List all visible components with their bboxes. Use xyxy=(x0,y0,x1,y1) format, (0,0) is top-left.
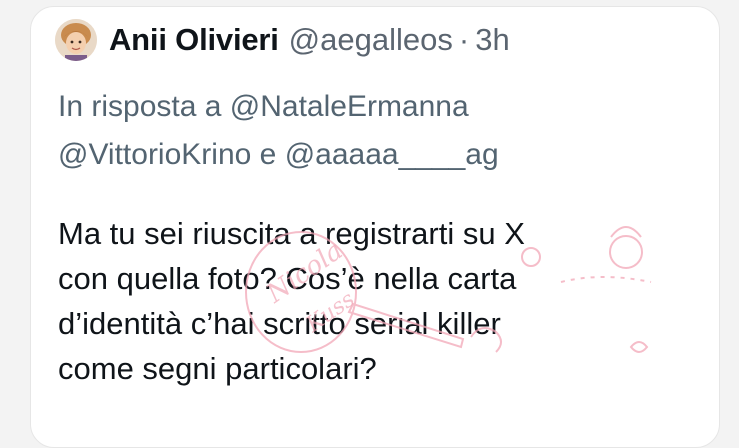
avatar[interactable] xyxy=(55,19,97,61)
tweet-text: Ma tu sei riuscita a registrarti su X co… xyxy=(58,216,525,386)
separator-dot: · xyxy=(458,22,470,57)
reply-mention-3[interactable]: @aaaaa____ag xyxy=(285,138,499,171)
child-avatar-icon xyxy=(55,19,97,61)
reply-mention-2[interactable]: @VittorioKrino xyxy=(58,138,251,171)
tweet-card[interactable]: Anii Olivieri @aegalleos · 3h In rispost… xyxy=(30,6,720,448)
author-handle[interactable]: @aegalleos xyxy=(289,22,453,58)
tweet-header: Anii Olivieri @aegalleos · 3h xyxy=(55,19,510,61)
reply-mention-1[interactable]: @NataleErmanna xyxy=(230,90,469,123)
reply-context: In risposta a @NataleErmanna @VittorioKr… xyxy=(58,83,698,179)
author-display-name[interactable]: Anii Olivieri xyxy=(109,22,279,58)
reply-conjunction: e xyxy=(251,138,285,171)
reply-prefix: In risposta a xyxy=(58,90,230,123)
tweet-timestamp[interactable]: 3h xyxy=(475,22,509,58)
